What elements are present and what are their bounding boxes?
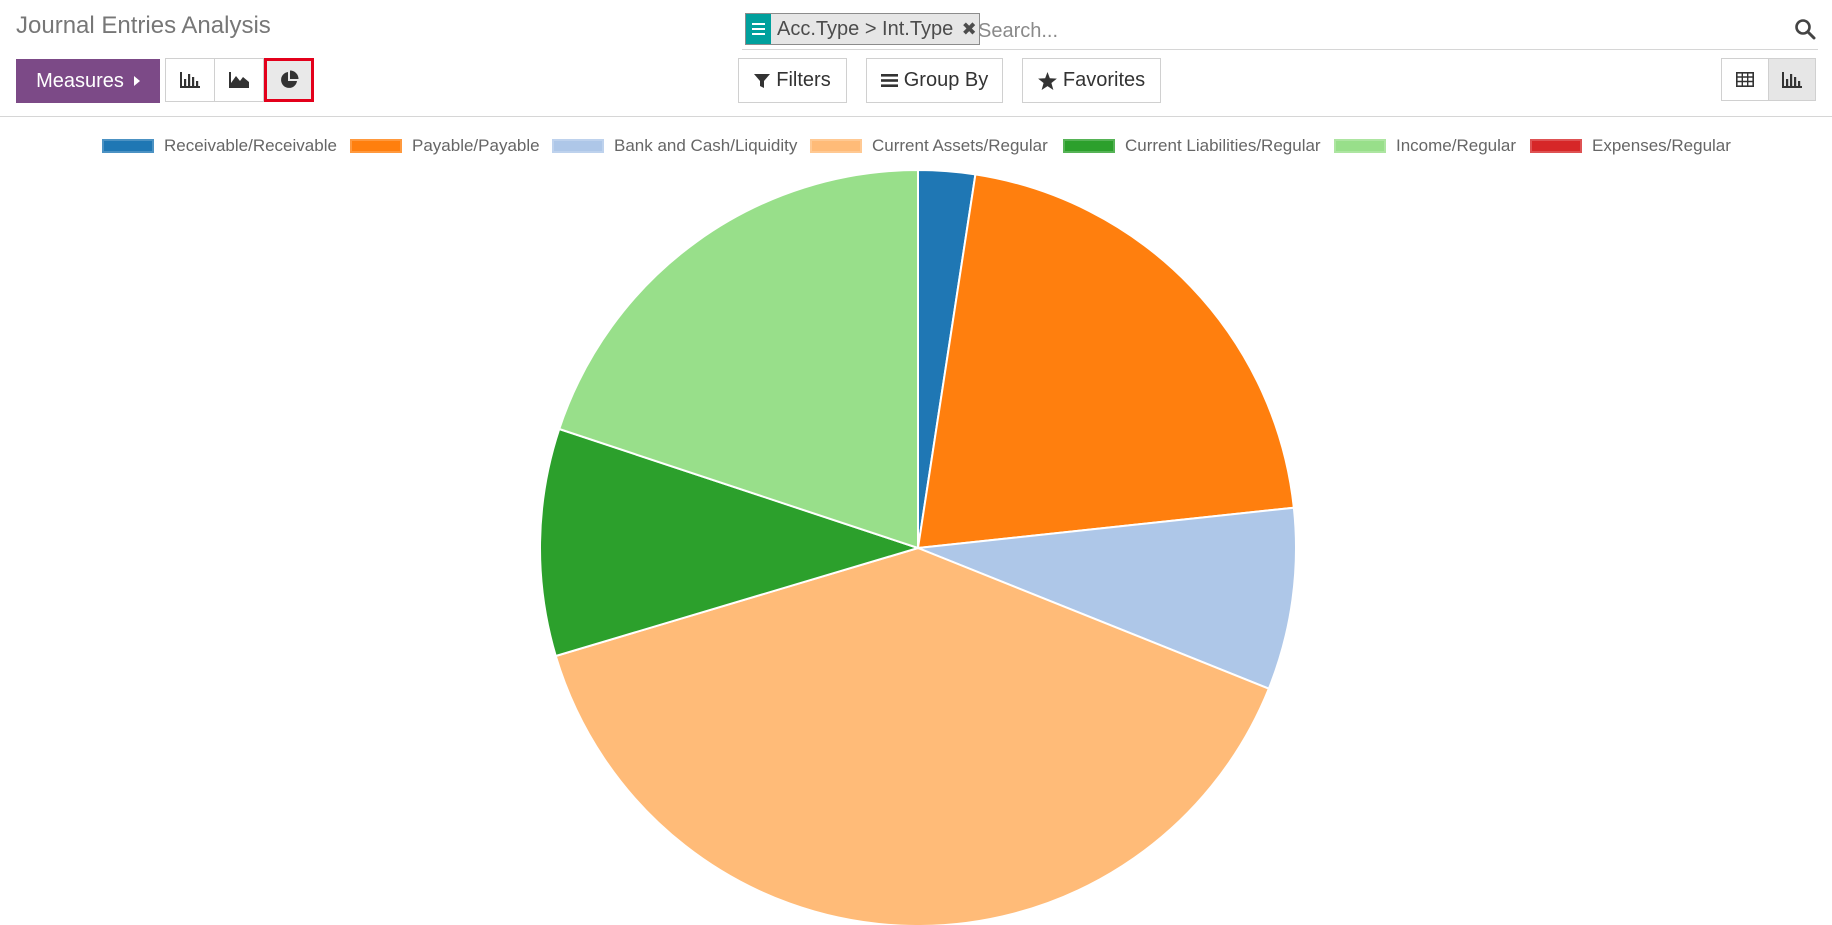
legend-item[interactable]: Current Liabilities/Regular bbox=[1063, 135, 1321, 157]
legend-label: Current Liabilities/Regular bbox=[1125, 136, 1321, 155]
pie-chart-icon bbox=[281, 70, 299, 88]
legend-label: Expenses/Regular bbox=[1592, 136, 1731, 155]
legend-swatch bbox=[810, 139, 862, 153]
caret-right-icon bbox=[133, 76, 140, 86]
legend-label: Income/Regular bbox=[1396, 136, 1517, 155]
search-icon[interactable] bbox=[1794, 18, 1816, 40]
page-title: Journal Entries Analysis bbox=[16, 12, 271, 39]
search-bar: Acc.Type > Int.Type ✖ bbox=[742, 10, 1818, 50]
favorites-label: Favorites bbox=[1062, 69, 1146, 91]
legend-item[interactable]: Bank and Cash/Liquidity bbox=[552, 135, 797, 157]
legend-label: Bank and Cash/Liquidity bbox=[614, 136, 798, 155]
filters-label: Filters bbox=[776, 69, 831, 91]
legend-label: Payable/Payable bbox=[412, 136, 540, 155]
line-chart-button[interactable] bbox=[214, 58, 264, 102]
bar-chart-button[interactable] bbox=[165, 58, 215, 102]
bar-chart-icon bbox=[180, 72, 200, 88]
filters-button[interactable]: Filters bbox=[738, 58, 847, 103]
facet-value: Acc.Type > Int.Type bbox=[777, 18, 954, 40]
legend-item[interactable]: Income/Regular bbox=[1334, 135, 1516, 157]
group-by-label: Group By bbox=[903, 69, 989, 91]
legend-item[interactable]: Expenses/Regular bbox=[1530, 135, 1731, 157]
legend-item[interactable]: Receivable/Receivable bbox=[102, 135, 337, 157]
graph-icon bbox=[1782, 71, 1802, 88]
graph-view-button[interactable] bbox=[1768, 58, 1816, 101]
table-icon bbox=[1736, 72, 1754, 87]
list-icon bbox=[880, 74, 898, 87]
group-by-button[interactable]: Group By bbox=[866, 58, 1003, 103]
control-panel: Journal Entries Analysis Acc.Type > Int.… bbox=[0, 0, 1832, 117]
legend-swatch bbox=[1530, 139, 1582, 153]
favorites-button[interactable]: Favorites bbox=[1022, 58, 1161, 103]
legend-swatch bbox=[102, 139, 154, 153]
legend-item[interactable]: Current Assets/Regular bbox=[810, 135, 1048, 157]
search-facet[interactable]: Acc.Type > Int.Type ✖ bbox=[745, 13, 981, 45]
measures-button[interactable]: Measures bbox=[16, 59, 160, 103]
pivot-view-button[interactable] bbox=[1721, 58, 1769, 101]
legend-swatch bbox=[350, 139, 402, 153]
pie-chart-button[interactable] bbox=[264, 58, 314, 102]
legend-swatch bbox=[552, 139, 604, 153]
chart-mode-group bbox=[165, 58, 314, 102]
filter-icon bbox=[754, 73, 771, 88]
pie-slice[interactable] bbox=[916, 173, 1295, 550]
group-by-icon bbox=[746, 14, 771, 44]
area-chart-icon bbox=[229, 72, 249, 88]
search-input[interactable] bbox=[976, 14, 1680, 48]
pie-chart bbox=[539, 168, 1297, 925]
legend-swatch bbox=[1334, 139, 1386, 153]
view-switcher bbox=[1721, 58, 1816, 101]
legend-label: Receivable/Receivable bbox=[164, 136, 337, 155]
legend-item[interactable]: Payable/Payable bbox=[350, 135, 540, 157]
measures-label: Measures bbox=[36, 69, 124, 92]
chart-legend: Receivable/Receivable Payable/Payable Ba… bbox=[0, 135, 1832, 157]
legend-swatch bbox=[1063, 139, 1115, 153]
star-icon bbox=[1037, 71, 1057, 90]
legend-label: Current Assets/Regular bbox=[872, 136, 1048, 155]
